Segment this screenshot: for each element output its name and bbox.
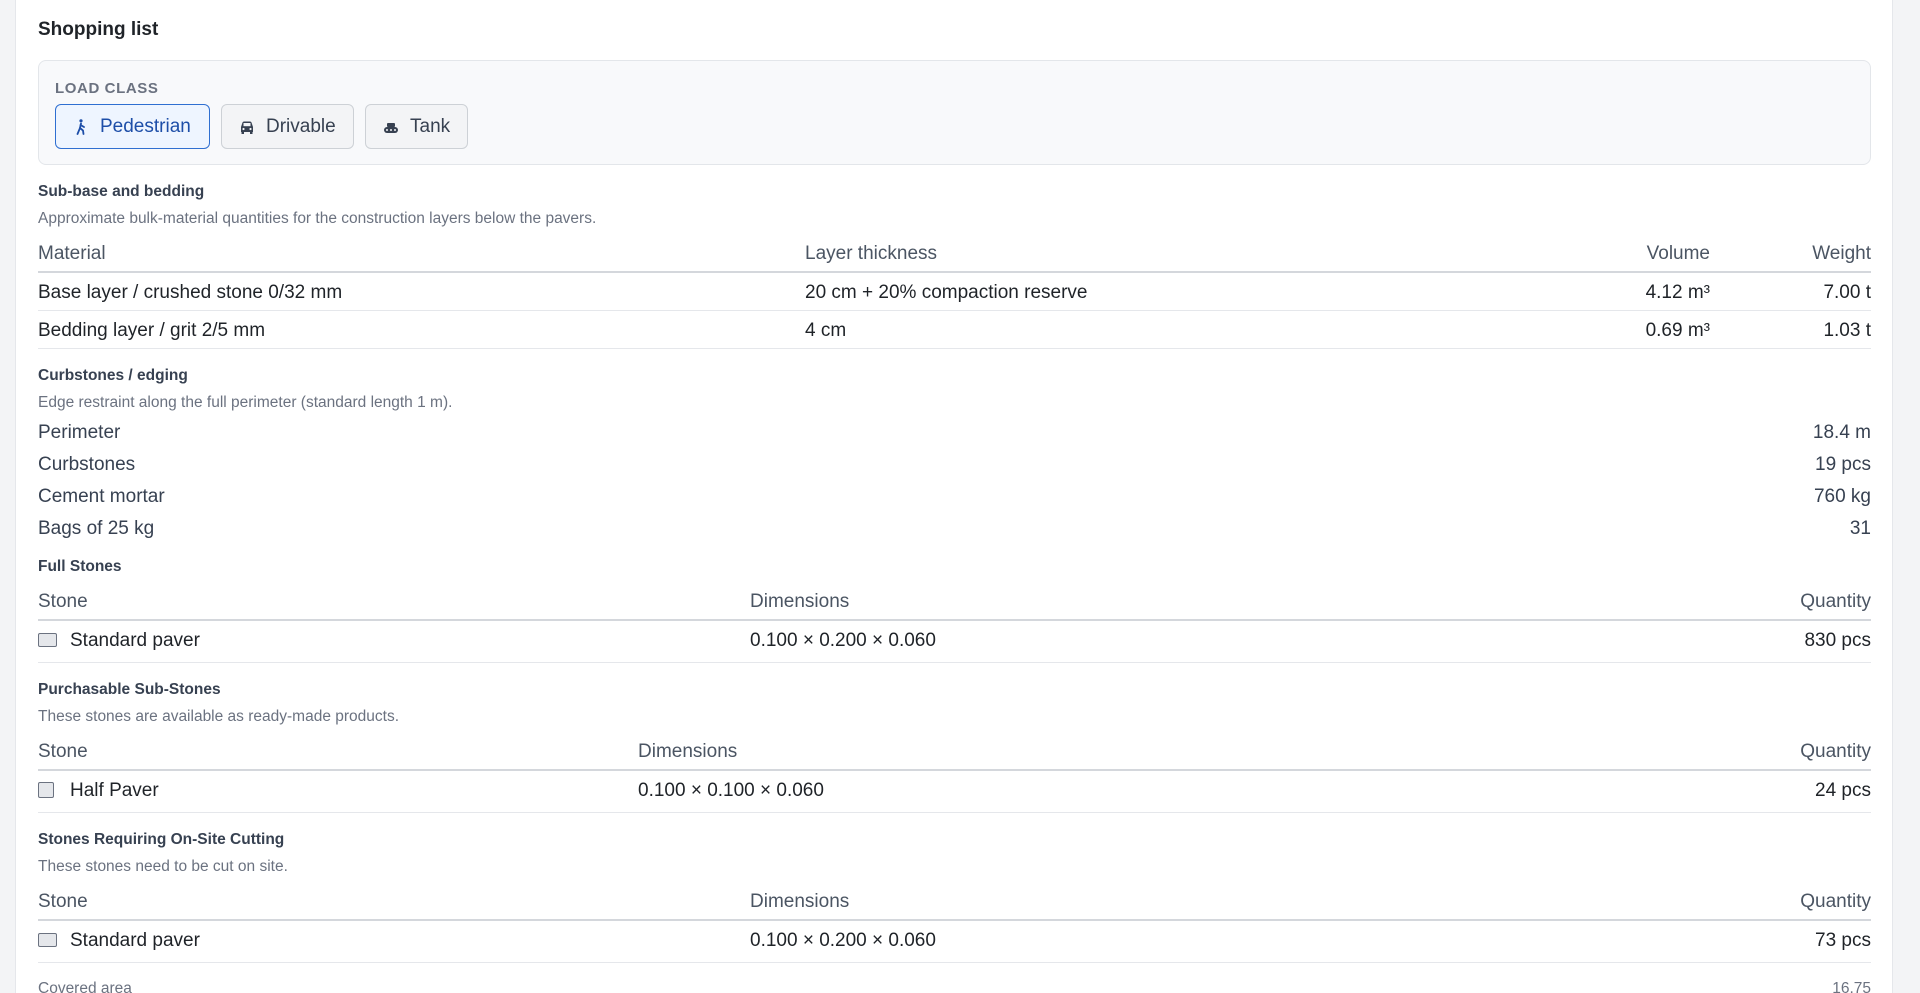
sub-stones-title: Purchasable Sub-Stones: [38, 681, 221, 698]
header-stone: Stone: [38, 741, 88, 762]
load-class-pedestrian-label: Pedestrian: [100, 115, 191, 137]
subbase-title: Sub-base and bedding: [38, 183, 205, 200]
material-name: Base layer / crushed stone 0/32 mm: [38, 282, 343, 303]
load-class-panel: LOAD CLASS Pedestrian Drivable Tank: [38, 60, 1871, 165]
header-layer-thickness: Layer thickness: [805, 243, 938, 264]
header-quantity: Quantity: [1800, 591, 1871, 612]
divider: [38, 619, 1871, 621]
header-quantity: Quantity: [1800, 741, 1871, 762]
header-weight: Weight: [1812, 243, 1871, 264]
weight: 7.00 t: [1823, 282, 1871, 303]
material-name: Bedding layer / grit 2/5 mm: [38, 320, 266, 341]
header-quantity: Quantity: [1800, 891, 1871, 912]
half-paver-icon: [38, 782, 54, 798]
stone-quantity: 830 pcs: [1804, 630, 1871, 651]
volume: 4.12 m³: [1645, 282, 1710, 303]
curbstones-label: Perimeter: [38, 422, 121, 443]
load-class-pedestrian-button[interactable]: Pedestrian: [55, 104, 210, 149]
layer-thickness: 4 cm: [805, 320, 847, 341]
load-class-label: LOAD CLASS: [55, 80, 159, 97]
page-title: Shopping list: [38, 19, 159, 40]
car-icon: [241, 121, 253, 134]
load-class-tank-label: Tank: [410, 115, 451, 137]
curbstones-value: 18.4 m: [1812, 422, 1871, 443]
covered-area-label: Covered area: [38, 980, 132, 993]
stone-name: Standard paver: [70, 930, 200, 951]
header-volume: Volume: [1646, 243, 1710, 264]
header-dimensions: Dimensions: [638, 741, 738, 762]
divider: [38, 812, 1871, 813]
header-stone: Stone: [38, 891, 88, 912]
divider: [38, 271, 1871, 273]
sub-stones-description: These stones are available as ready-made…: [38, 708, 400, 725]
pedestrian-icon: [76, 118, 85, 135]
stone-name: Standard paver: [70, 630, 200, 651]
curbstones-description: Edge restraint along the full perimeter …: [38, 394, 453, 411]
load-class-tank-button[interactable]: Tank: [365, 104, 468, 149]
load-class-drivable-button[interactable]: Drivable: [221, 104, 354, 149]
divider: [38, 919, 1871, 921]
subbase-description: Approximate bulk-material quantities for…: [38, 210, 597, 227]
stone-dimensions: 0.100 × 0.200 × 0.060: [750, 630, 936, 651]
curbstones-value: 31: [1849, 518, 1871, 539]
stone-quantity: 24 pcs: [1815, 780, 1871, 801]
curbstones-title: Curbstones / edging: [38, 367, 188, 384]
stone-dimensions: 0.100 × 0.100 × 0.060: [638, 780, 824, 801]
cut-stones-description: These stones need to be cut on site.: [38, 858, 288, 875]
paver-icon: [38, 633, 57, 647]
stone-dimensions: 0.100 × 0.200 × 0.060: [750, 930, 936, 951]
header-dimensions: Dimensions: [750, 591, 850, 612]
header-dimensions: Dimensions: [750, 891, 850, 912]
divider: [38, 310, 1871, 311]
header-stone: Stone: [38, 591, 88, 612]
divider: [38, 769, 1871, 771]
full-stones-title: Full Stones: [38, 558, 122, 575]
header-material: Material: [38, 243, 106, 264]
shopping-list-card: Shopping list LOAD CLASS Pedestrian Driv…: [15, 0, 1893, 993]
curbstones-value: 760 kg: [1813, 486, 1871, 507]
layer-thickness: 20 cm + 20% compaction reserve: [805, 282, 1088, 303]
paver-icon: [38, 933, 57, 947]
stone-quantity: 73 pcs: [1815, 930, 1871, 951]
cut-stones-title: Stones Requiring On-Site Cutting: [38, 831, 285, 848]
curbstones-label: Curbstones: [38, 454, 136, 475]
divider: [38, 962, 1871, 963]
divider: [38, 662, 1871, 663]
weight: 1.03 t: [1823, 320, 1871, 341]
covered-area-value: 16.75: [1832, 980, 1871, 993]
load-class-drivable-label: Drivable: [266, 115, 336, 137]
volume: 0.69 m³: [1645, 320, 1710, 341]
curbstones-label: Bags of 25 kg: [38, 518, 155, 539]
curbstones-label: Cement mortar: [38, 486, 165, 507]
tank-icon: [384, 122, 398, 133]
curbstones-value: 19 pcs: [1815, 454, 1871, 475]
stone-name: Half Paver: [70, 780, 159, 801]
divider: [38, 348, 1871, 349]
